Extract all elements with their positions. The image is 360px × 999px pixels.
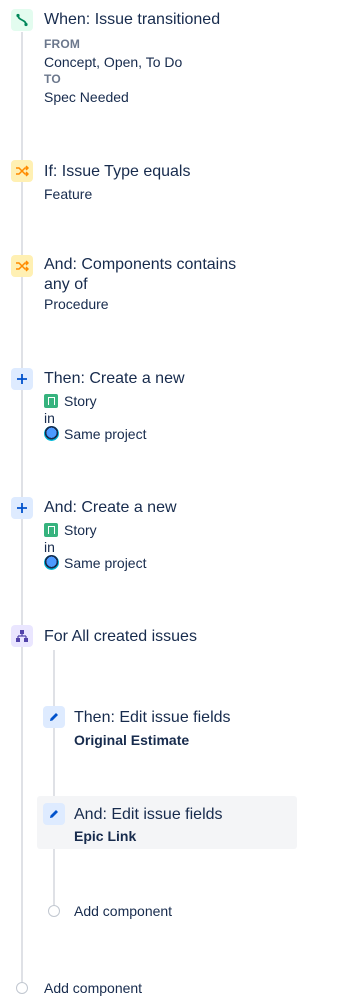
condition-icon [11,160,33,182]
action-title: Then: Create a new [44,370,185,387]
branch-timeline-rail [53,650,55,905]
trigger-icon [11,9,33,31]
add-component-label: Add component [44,980,143,996]
plus-icon [11,368,33,390]
action-title: And: Create a new [44,499,177,516]
trigger-title: When: Issue transitioned [44,11,221,28]
condition-title-line2: any of [44,276,88,293]
action-title: Then: Edit issue fields [74,709,231,726]
to-status: Spec Needed [44,89,129,105]
condition-value: Feature [44,186,93,202]
project-name: Same project [64,426,147,442]
story-icon [44,523,58,537]
issue-type: Story [64,393,97,409]
field-name: Original Estimate [74,732,190,748]
field-name: Epic Link [74,828,137,844]
add-component-dot-icon [16,982,28,994]
in-label: in [44,410,55,426]
condition-value: Procedure [44,296,109,312]
add-component-label: Add component [74,903,173,919]
project-avatar-icon [44,555,59,570]
condition-title: If: Issue Type equals [44,163,191,180]
story-icon [44,394,58,408]
add-component-dot-icon [48,905,60,917]
plus-icon [11,497,33,519]
from-statuses: Concept, Open, To Do [44,54,183,70]
action-title: And: Edit issue fields [74,806,223,823]
pencil-icon [43,803,65,825]
in-label: in [44,539,55,555]
branch-title: For All created issues [44,628,197,645]
branch-icon [11,625,33,647]
issue-type: Story [64,522,97,538]
condition-title-line1: And: Components contains [44,256,237,273]
project-avatar-icon [44,426,59,441]
project-name: Same project [64,555,147,571]
pencil-icon [43,706,65,728]
condition-icon [11,255,33,277]
to-label: TO [44,72,61,86]
from-label: FROM [44,37,81,51]
